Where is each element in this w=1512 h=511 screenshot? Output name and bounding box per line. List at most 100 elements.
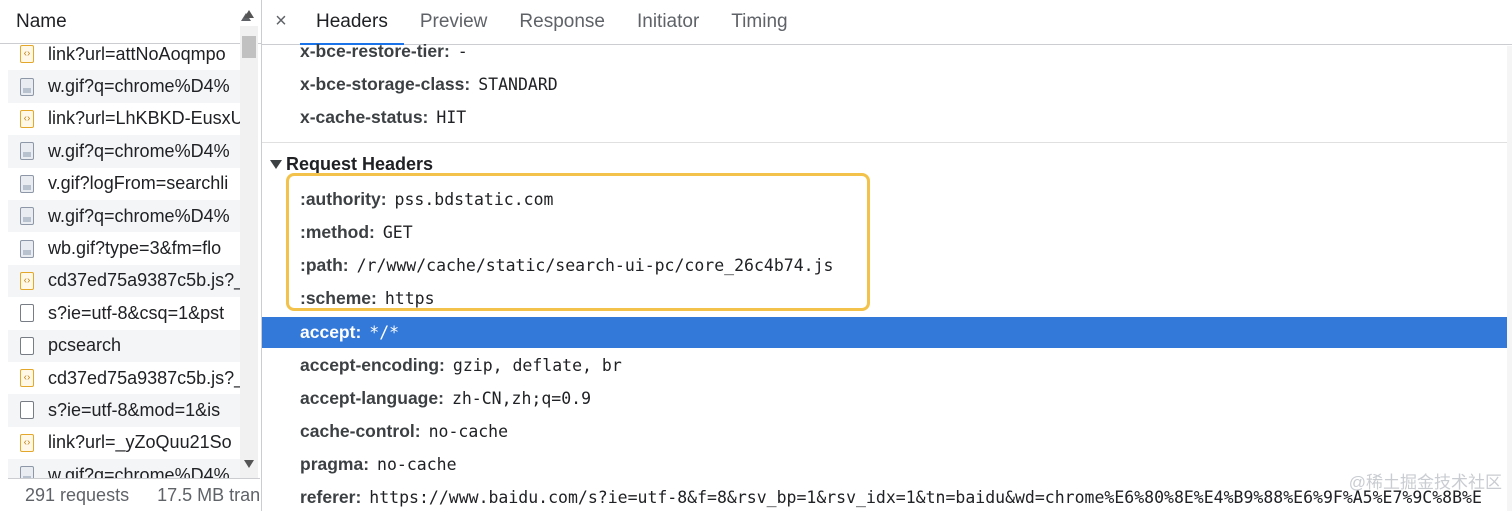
request-row[interactable]: w.gif?q=chrome%D4% bbox=[8, 70, 240, 103]
header-value: - bbox=[457, 42, 468, 61]
header-value: https://www.baidu.com/s?ie=utf-8&f=8&rsv… bbox=[369, 488, 1482, 507]
request-row[interactable]: w.gif?q=chrome%D4% bbox=[8, 199, 240, 233]
header-key: pragma: bbox=[300, 454, 370, 474]
image-file-icon bbox=[20, 77, 34, 96]
tab-initiator[interactable]: Initiator bbox=[621, 0, 715, 44]
watermark: @稀土掘金技术社区 bbox=[1348, 473, 1502, 492]
header-value: gzip, deflate, br bbox=[452, 356, 622, 375]
request-row[interactable]: link?url=attNoAoqmpo bbox=[8, 38, 240, 70]
request-list-scrollbar[interactable] bbox=[240, 26, 258, 478]
selected-row-highlight bbox=[262, 317, 1507, 348]
request-row[interactable]: pcsearch bbox=[8, 329, 240, 362]
request-name: w.gif?q=chrome%D4% bbox=[48, 205, 230, 226]
request-details-panel: × Headers Preview Response Initiator Tim… bbox=[262, 0, 1512, 511]
response-header-row[interactable]: x-bce-restore-tier: - bbox=[300, 35, 468, 68]
header-key: :authority: bbox=[300, 189, 387, 209]
request-row[interactable]: link?url=_yZoQuu21So bbox=[8, 427, 240, 459]
header-key: :method: bbox=[300, 222, 375, 242]
request-count: 291 requests bbox=[25, 484, 130, 505]
header-key: accept-encoding: bbox=[300, 355, 445, 375]
tab-timing[interactable]: Timing bbox=[715, 0, 803, 44]
request-list: link?url=attNoAoqmpo w.gif?q=chrome%D4% … bbox=[8, 38, 240, 492]
header-key: x-bce-restore-tier: bbox=[300, 41, 450, 61]
details-scrollbar[interactable] bbox=[1507, 46, 1512, 511]
response-header-row[interactable]: x-bce-storage-class: STANDARD bbox=[300, 68, 558, 101]
request-header-row[interactable]: :scheme: https bbox=[300, 282, 435, 315]
request-name: cd37ed75a9387c5b.js?_ bbox=[48, 270, 240, 291]
header-key: referer: bbox=[300, 487, 362, 507]
name-column-label: Name bbox=[16, 10, 67, 32]
header-key: cache-control: bbox=[300, 421, 421, 441]
request-header-row[interactable]: referer: https://www.baidu.com/s?ie=utf-… bbox=[300, 481, 1482, 511]
document-file-icon bbox=[20, 336, 34, 355]
request-row[interactable]: s?ie=utf-8&csq=1&pst bbox=[8, 297, 240, 329]
response-header-row[interactable]: x-cache-status: HIT bbox=[300, 101, 466, 134]
expand-triangle-icon bbox=[270, 159, 282, 169]
header-value: */* bbox=[369, 323, 400, 342]
document-file-icon bbox=[20, 401, 34, 420]
script-file-icon bbox=[20, 271, 34, 290]
image-file-icon bbox=[20, 207, 34, 226]
request-name: s?ie=utf-8&mod=1&is bbox=[48, 399, 221, 420]
request-header-row[interactable]: pragma: no-cache bbox=[300, 448, 457, 481]
request-row[interactable]: s?ie=utf-8&mod=1&is bbox=[8, 394, 240, 427]
scroll-up-arrow-icon[interactable] bbox=[244, 10, 254, 18]
request-name: wb.gif?type=3&fm=flo bbox=[48, 238, 222, 259]
section-divider bbox=[262, 142, 1512, 143]
request-header-row[interactable]: :method: GET bbox=[300, 216, 413, 249]
request-headers-section-toggle[interactable]: Request Headers bbox=[270, 148, 433, 180]
header-value: HIT bbox=[436, 108, 467, 127]
request-header-row-selected[interactable]: accept: */* bbox=[300, 316, 399, 349]
scroll-down-arrow-icon[interactable] bbox=[244, 460, 254, 468]
header-value: /r/www/cache/static/search-ui-pc/core_26… bbox=[356, 256, 834, 275]
request-header-row[interactable]: accept-encoding: gzip, deflate, br bbox=[300, 349, 622, 382]
transferred-size: 17.5 MB transferred bbox=[157, 484, 260, 505]
script-file-icon bbox=[20, 45, 34, 64]
request-name: pcsearch bbox=[48, 335, 122, 356]
request-row[interactable]: cd37ed75a9387c5b.js?_ bbox=[8, 362, 240, 394]
image-file-icon bbox=[20, 239, 34, 258]
request-name: v.gif?logFrom=searchli bbox=[48, 173, 229, 194]
header-key: accept-language: bbox=[300, 388, 444, 408]
header-key: :path: bbox=[300, 255, 349, 275]
script-file-icon bbox=[20, 433, 34, 452]
image-file-icon bbox=[20, 174, 34, 193]
request-header-row[interactable]: accept-language: zh-CN,zh;q=0.9 bbox=[300, 382, 591, 415]
request-name: w.gif?q=chrome%D4% bbox=[48, 140, 230, 161]
header-value: GET bbox=[382, 223, 413, 242]
header-value: https bbox=[384, 289, 435, 308]
tab-response[interactable]: Response bbox=[503, 0, 621, 44]
header-key: x-bce-storage-class: bbox=[300, 74, 471, 94]
header-value: STANDARD bbox=[478, 75, 558, 94]
request-name: link?url=attNoAoqmpo bbox=[48, 43, 226, 64]
close-details-button[interactable]: × bbox=[262, 0, 300, 44]
script-file-icon bbox=[20, 369, 34, 388]
request-row[interactable]: w.gif?q=chrome%D4% bbox=[8, 135, 240, 168]
request-name: s?ie=utf-8&csq=1&pst bbox=[48, 302, 225, 323]
header-value: no-cache bbox=[428, 422, 509, 441]
request-name: w.gif?q=chrome%D4% bbox=[48, 76, 230, 97]
request-row[interactable]: wb.gif?type=3&fm=flo bbox=[8, 232, 240, 264]
request-header-row[interactable]: :authority: pss.bdstatic.com bbox=[300, 183, 553, 216]
request-headers-title: Request Headers bbox=[286, 153, 434, 174]
request-name: cd37ed75a9387c5b.js?_ bbox=[48, 367, 240, 388]
header-value: zh-CN,zh;q=0.9 bbox=[451, 389, 592, 408]
request-row[interactable]: v.gif?logFrom=searchli bbox=[8, 168, 240, 200]
headers-content: x-bce-restore-tier: - x-bce-storage-clas… bbox=[262, 41, 1512, 511]
image-file-icon bbox=[20, 142, 34, 161]
header-key: x-cache-status: bbox=[300, 107, 429, 127]
header-key: accept: bbox=[300, 322, 362, 342]
request-row[interactable]: cd37ed75a9387c5b.js?_ bbox=[8, 264, 240, 298]
header-key: :scheme: bbox=[300, 288, 377, 308]
request-name: link?url=_yZoQuu21So bbox=[48, 432, 232, 453]
header-value: no-cache bbox=[377, 455, 457, 474]
header-value: pss.bdstatic.com bbox=[394, 190, 554, 209]
request-row[interactable]: link?url=LhKBKD-EusxU bbox=[8, 103, 240, 135]
scrollbar-thumb[interactable] bbox=[242, 36, 256, 58]
request-header-row[interactable]: :path: /r/www/cache/static/search-ui-pc/… bbox=[300, 249, 833, 282]
request-header-row[interactable]: cache-control: no-cache bbox=[300, 415, 508, 448]
requests-panel: Name link?url=attNoAoqmpo w.gif?q=chrome… bbox=[0, 0, 262, 511]
network-status-bar: 291 requests 17.5 MB transferred bbox=[8, 478, 260, 511]
script-file-icon bbox=[20, 109, 34, 128]
request-name: link?url=LhKBKD-EusxU bbox=[48, 108, 240, 129]
